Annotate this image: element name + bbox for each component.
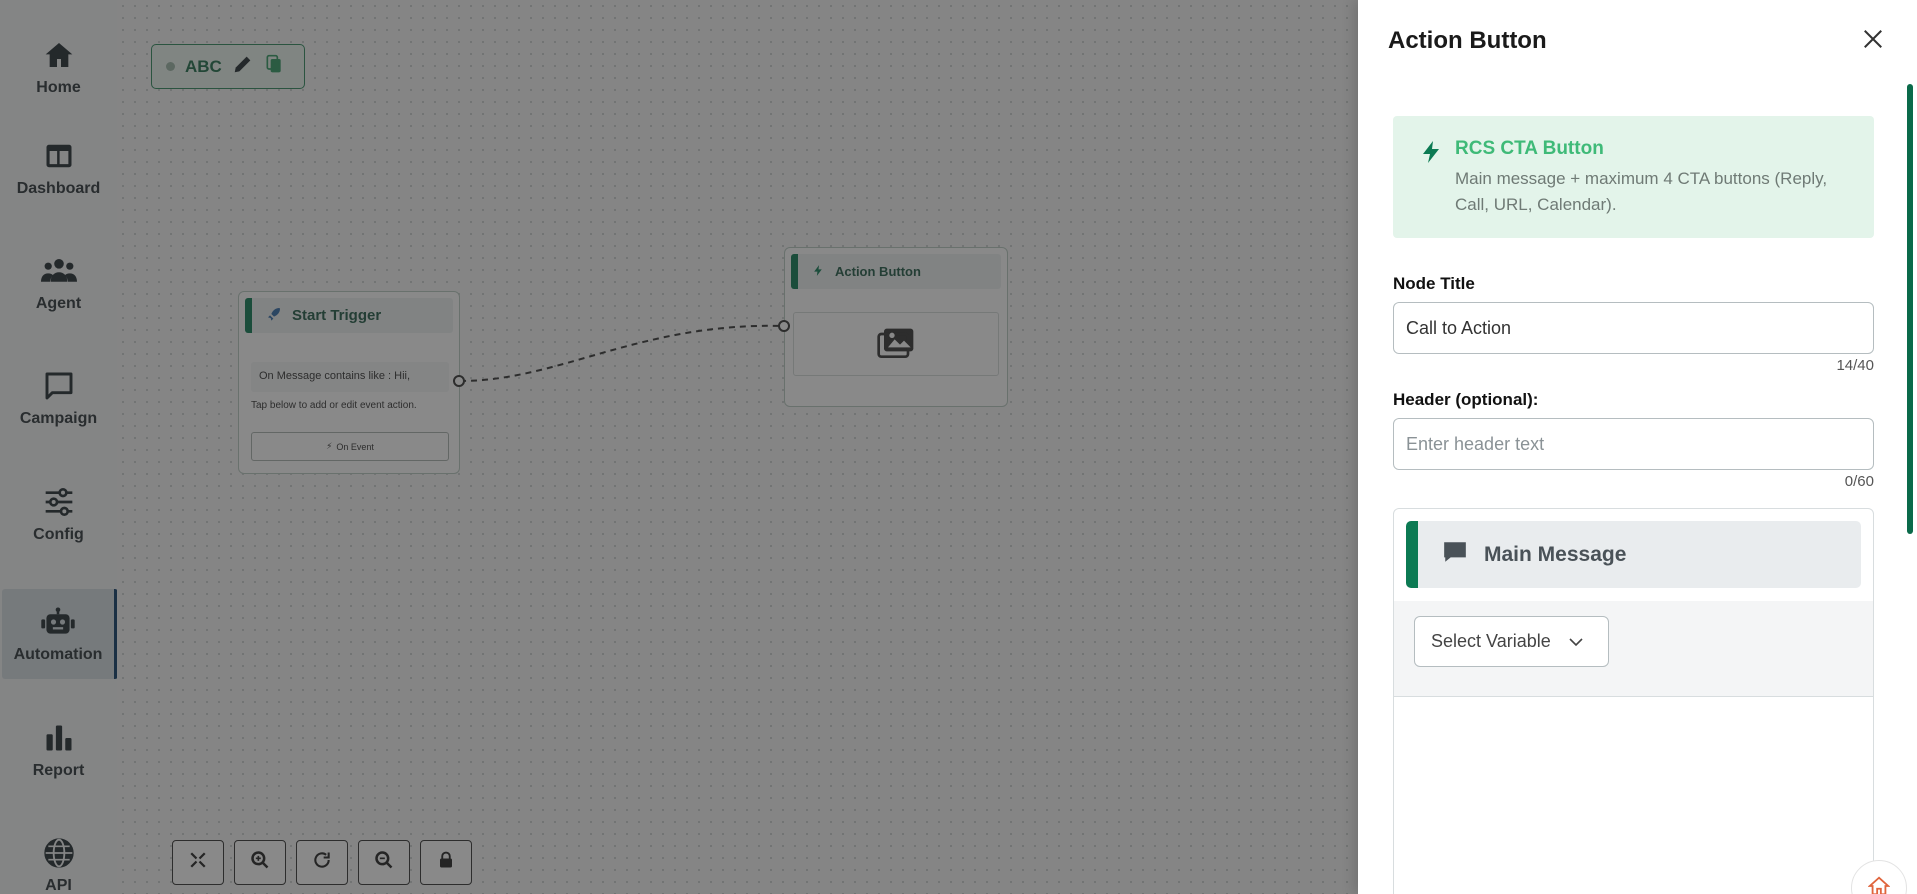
zoom-in-button[interactable] [234, 840, 286, 885]
on-event-button[interactable]: ⚡ On Event [251, 432, 449, 461]
zoom-out-icon [374, 850, 394, 875]
canvas-toolbar [172, 840, 472, 885]
main-message-card: Main Message Select Variable [1393, 508, 1874, 894]
node-header: Action Button [791, 254, 1001, 289]
info-box: RCS CTA Button Main message + maximum 4 … [1393, 116, 1874, 238]
select-variable-label: Select Variable [1431, 631, 1551, 651]
output-handle[interactable] [453, 375, 465, 387]
images-icon [877, 326, 915, 363]
header-label: Header (optional): [1393, 390, 1539, 409]
variable-bar: Select Variable [1394, 601, 1873, 697]
media-placeholder [793, 312, 999, 376]
fit-view-button[interactable] [172, 840, 224, 885]
lock-icon [437, 850, 455, 875]
node-title: Action Button [835, 264, 921, 279]
main-message-header: Main Message [1406, 521, 1861, 588]
expand-icon [189, 851, 207, 874]
close-button[interactable] [1858, 26, 1888, 56]
info-title: RCS CTA Button [1455, 138, 1604, 159]
message-editor[interactable] [1394, 698, 1873, 894]
input-handle[interactable] [778, 320, 790, 332]
lock-button[interactable] [420, 840, 472, 885]
node-header: Start Trigger [245, 298, 453, 333]
select-variable-dropdown[interactable]: Select Variable [1414, 616, 1609, 667]
trigger-hint: Tap below to add or edit event action. [251, 400, 417, 411]
rocket-icon [266, 306, 282, 326]
bolt-icon [1419, 138, 1443, 171]
node-connection [459, 324, 785, 382]
on-event-label: On Event [336, 441, 374, 452]
header-counter: 0/60 [1844, 473, 1874, 490]
home-icon [1867, 875, 1891, 894]
node-title-input[interactable] [1393, 302, 1874, 354]
reset-button[interactable] [296, 840, 348, 885]
close-icon [1862, 28, 1884, 55]
info-description: Main message + maximum 4 CTA buttons (Re… [1455, 169, 1828, 214]
refresh-icon [312, 850, 332, 875]
node-title-label: Node Title [1393, 274, 1475, 293]
scrollbar[interactable] [1907, 84, 1913, 534]
node-title-counter: 14/40 [1836, 357, 1874, 374]
main-message-title: Main Message [1484, 542, 1627, 566]
zoom-out-button[interactable] [358, 840, 410, 885]
drawer-title: Action Button [1388, 27, 1547, 54]
header-input[interactable] [1393, 418, 1874, 470]
bolt-icon: ⚡ [326, 441, 333, 451]
node-title: Start Trigger [292, 307, 382, 324]
zoom-in-icon [250, 850, 270, 875]
node-settings-drawer: Action Button RCS CTA Button Main messag… [1358, 0, 1917, 894]
comment-icon [1442, 539, 1468, 570]
chevron-down-icon [1569, 631, 1583, 652]
action-button-node[interactable]: Action Button [778, 247, 1008, 407]
trigger-condition: On Message contains like : Hii, [251, 362, 449, 392]
start-trigger-node[interactable]: Start Trigger On Message contains like :… [238, 291, 465, 474]
bolt-icon [812, 263, 825, 281]
